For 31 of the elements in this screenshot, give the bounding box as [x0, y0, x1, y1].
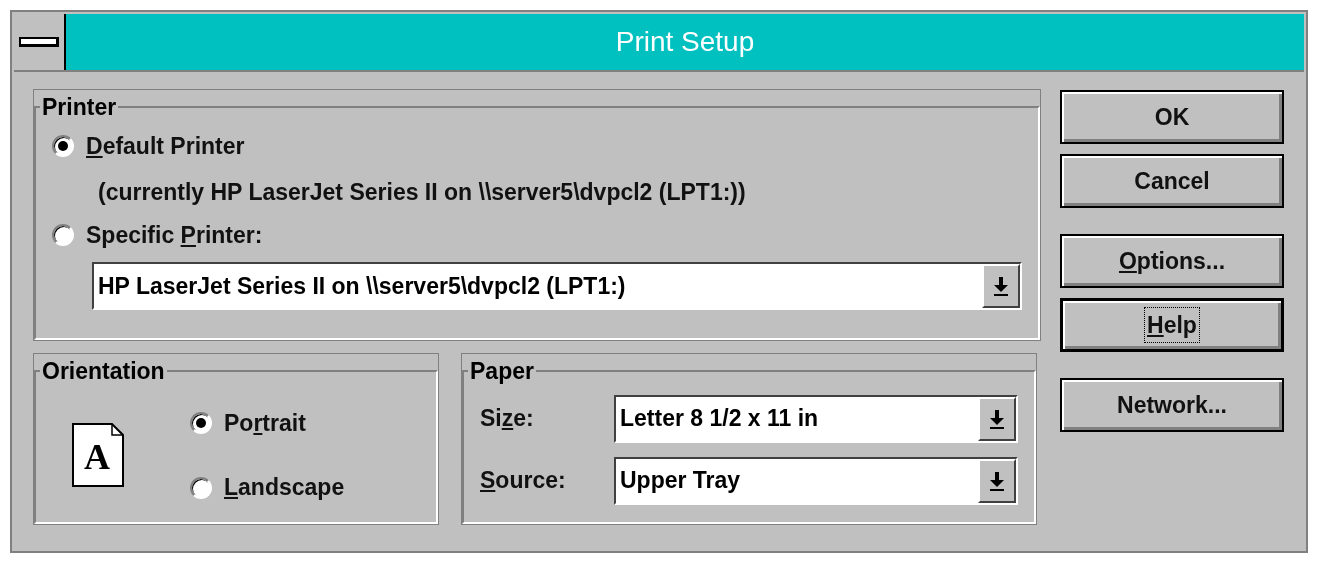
menu-bar-icon [19, 37, 59, 47]
radio-label[interactable]: Landscape [224, 470, 345, 505]
dialog-button[interactable]: Network... [1060, 378, 1284, 432]
default-printer-note: (currently HP LaserJet Series II on \\server5\dvpcl2 (LPT1:)) [98, 178, 747, 207]
window-title: Print Setup [615, 25, 755, 59]
printer-dropdown[interactable]: HP LaserJet Series II on \\server5\dvpcl2 (LPT1:) [92, 262, 1022, 310]
radio-button[interactable] [190, 476, 212, 499]
portrait-page-icon: A [72, 423, 124, 488]
group-label: Orientation [41, 357, 166, 386]
radio-button[interactable] [52, 223, 74, 246]
paper-dropdown[interactable]: Letter 8 1/2 x 11 in [614, 394, 1018, 443]
dialog-button[interactable]: Help [1060, 298, 1284, 352]
down-arrow-icon [994, 276, 1008, 296]
dialog-button[interactable]: Options... [1060, 234, 1284, 288]
radio-label[interactable]: Default Printer [86, 128, 245, 163]
dialog-button[interactable]: OK [1060, 90, 1284, 144]
field-label: Size: [480, 404, 535, 434]
down-arrow-icon [990, 470, 1004, 491]
radio-label[interactable]: Portrait [224, 405, 306, 441]
radio-button[interactable] [190, 412, 212, 434]
paper-dropdown[interactable]: Upper Tray [614, 456, 1018, 505]
radio-button[interactable] [52, 134, 74, 157]
field-label: Source: [480, 466, 567, 496]
down-arrow-icon [990, 408, 1004, 429]
dropdown-button[interactable] [978, 458, 1016, 503]
dialog-button[interactable]: Cancel [1060, 154, 1284, 208]
dropdown-button[interactable] [982, 264, 1020, 308]
group-label: Printer [41, 93, 118, 122]
radio-label[interactable]: Specific Printer: [86, 217, 263, 252]
group-label: Paper [469, 357, 535, 386]
dropdown-button[interactable] [978, 396, 1016, 441]
